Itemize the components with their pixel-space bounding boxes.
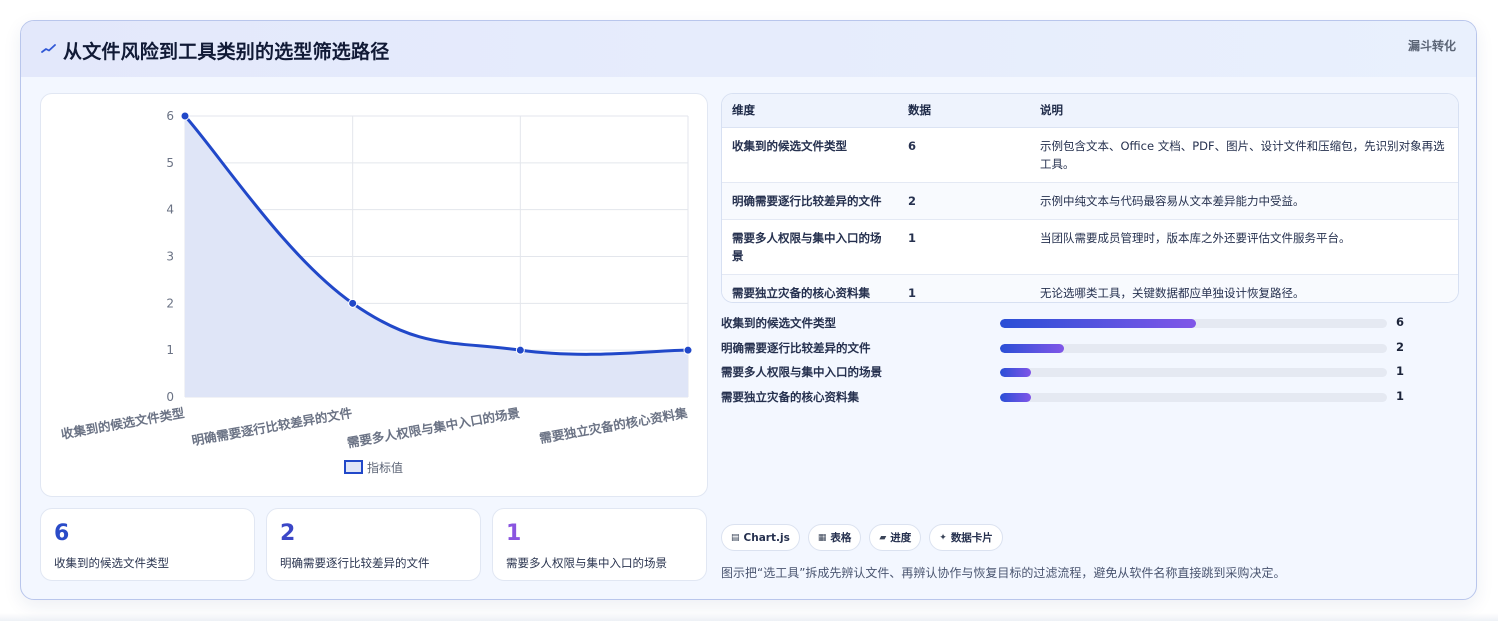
progress-track bbox=[1000, 368, 1387, 377]
progress-icon: ▰ bbox=[879, 532, 887, 543]
table-row: 明确需要逐行比较差异的文件 2 示例中纯文本与代码最容易从文本差异能力中受益。 bbox=[722, 182, 1458, 220]
tech-chip-list: ▤ Chart.js ▦ 表格 ▰ 进度 ✦ 数据卡片 bbox=[721, 524, 1003, 551]
stat-label: 收集到的候选文件类型 bbox=[54, 556, 169, 570]
x-tick-label: 收集到的候选文件类型 bbox=[60, 405, 186, 442]
progress-row: 收集到的候选文件类型 6 bbox=[721, 313, 1421, 338]
stat-value: 2 bbox=[280, 521, 296, 546]
table-icon: ▦ bbox=[817, 532, 827, 543]
progress-value: 6 bbox=[1396, 315, 1405, 329]
chip-label: 进度 bbox=[890, 532, 912, 544]
progress-fill bbox=[1000, 343, 1064, 353]
table-row: 收集到的候选文件类型 6 示例包含文本、Office 文档、PDF、图片、设计文… bbox=[722, 127, 1458, 183]
progress-fill bbox=[1000, 319, 1196, 328]
data-point bbox=[515, 345, 525, 355]
trend-icon bbox=[41, 44, 56, 53]
stat-card: 1 需要多人权限与集中入口的场景 bbox=[492, 508, 707, 581]
data-point bbox=[348, 298, 358, 308]
legend-swatch bbox=[344, 460, 363, 474]
y-tick-label: 1 bbox=[166, 343, 174, 357]
data-point bbox=[180, 111, 190, 121]
stat-card: 2 明确需要逐行比较差异的文件 bbox=[266, 508, 481, 581]
progress-label: 需要独立灾备的核心资料集 bbox=[721, 389, 859, 404]
table-cell-dimension: 需要多人权限与集中入口的场景 bbox=[722, 219, 898, 275]
page-bottom-shade bbox=[0, 613, 1498, 621]
y-tick-label: 3 bbox=[166, 250, 174, 264]
chip-label: 数据卡片 bbox=[950, 532, 993, 544]
progress-track bbox=[1000, 319, 1387, 328]
legend-label: 指标值 bbox=[367, 460, 403, 475]
table-header-dimension: 维度 bbox=[722, 94, 898, 128]
y-tick-label: 0 bbox=[166, 390, 174, 404]
y-tick-label: 4 bbox=[166, 203, 174, 217]
table-cell-data: 6 bbox=[898, 127, 1030, 183]
progress-row: 需要独立灾备的核心资料集 1 bbox=[721, 387, 1421, 412]
progress-row: 明确需要逐行比较差异的文件 2 bbox=[721, 338, 1421, 363]
progress-value: 1 bbox=[1396, 364, 1405, 378]
x-tick-label: 需要多人权限与集中入口的场景 bbox=[346, 405, 521, 450]
chart-icon: ▤ bbox=[731, 532, 740, 543]
x-tick-label: 需要独立灾备的核心资料集 bbox=[538, 405, 689, 446]
table-header-data: 数据 bbox=[898, 94, 1030, 128]
y-tick-label: 2 bbox=[166, 296, 174, 310]
line-chart: 0 1 2 3 4 5 6 收集到的候选文件类型 明确需要逐行比较差异的文件需要多人权限与集中入… bbox=[60, 109, 693, 475]
stat-label: 需要多人权限与集中入口的场景 bbox=[506, 556, 667, 570]
footnote: 图示把“选工具”拆成先辨认文件、再辨认协作与恢复目标的过滤流程，避免从软件名称直… bbox=[721, 566, 1286, 580]
chip-progress[interactable]: ▰ 进度 bbox=[869, 524, 922, 551]
progress-track bbox=[1000, 392, 1387, 402]
chip-chartjs[interactable]: ▤ Chart.js bbox=[721, 524, 800, 551]
progress-label: 明确需要逐行比较差异的文件 bbox=[721, 340, 871, 355]
table-row: 需要独立灾备的核心资料集 1 无论选哪类工具，关键数据都应单独设计恢复路径。 bbox=[722, 274, 1458, 302]
data-table-panel: 维度 数据 说明 收集到的候选文件类型 6 示例包含文本、Office 文档、P… bbox=[721, 93, 1459, 303]
table-cell-dimension: 明确需要逐行比较差异的文件 bbox=[722, 182, 898, 220]
progress-value: 2 bbox=[1396, 339, 1405, 354]
data-table: 维度 数据 说明 收集到的候选文件类型 6 示例包含文本、Office 文档、P… bbox=[722, 94, 1458, 302]
table-row: 需要多人权限与集中入口的场景 1 当团队需要成员管理时，版本库之外还要评估文件服… bbox=[722, 219, 1458, 275]
y-tick-label: 6 bbox=[166, 109, 174, 123]
progress-row: 需要多人权限与集中入口的场景 1 bbox=[721, 362, 1421, 387]
table-cell-note: 示例中纯文本与代码最容易从文本差异能力中受益。 bbox=[1030, 182, 1458, 220]
progress-track bbox=[1000, 343, 1387, 353]
stat-label: 明确需要逐行比较差异的文件 bbox=[280, 556, 430, 570]
progress-label: 需要多人权限与集中入口的场景 bbox=[721, 365, 882, 379]
stat-value: 1 bbox=[506, 521, 522, 546]
funnel-card: 从文件风险到工具类别的选型筛选路径 漏斗转化 0 1 2 3 4 5 6 收集到的候选文件类型… bbox=[20, 20, 1477, 600]
chip-label: 表格 bbox=[830, 532, 852, 544]
stat-card: 6 收集到的候选文件类型 bbox=[40, 508, 255, 581]
table-header-row: 维度 数据 说明 bbox=[722, 94, 1458, 128]
y-tick-label: 5 bbox=[166, 156, 174, 170]
progress-label: 收集到的候选文件类型 bbox=[721, 316, 836, 330]
data-point bbox=[683, 345, 693, 355]
stat-value: 6 bbox=[54, 521, 70, 546]
chip-table[interactable]: ▦ 表格 bbox=[807, 524, 862, 551]
table-cell-data: 2 bbox=[898, 182, 1030, 220]
progress-fill bbox=[1000, 392, 1031, 402]
table-cell-dimension: 收集到的候选文件类型 bbox=[722, 127, 898, 183]
table-cell-note: 无论选哪类工具，关键数据都应单独设计恢复路径。 bbox=[1030, 274, 1458, 302]
chip-label: Chart.js bbox=[743, 531, 790, 544]
page-title: 从文件风险到工具类别的选型筛选路径 bbox=[63, 41, 390, 63]
table-cell-data: 1 bbox=[898, 219, 1030, 275]
table-cell-note: 示例包含文本、Office 文档、PDF、图片、设计文件和压缩包，先识别对象再选… bbox=[1030, 127, 1458, 183]
progress-fill bbox=[1000, 368, 1031, 377]
table-cell-dimension: 需要独立灾备的核心资料集 bbox=[722, 274, 898, 302]
chip-data-card[interactable]: ✦ 数据卡片 bbox=[929, 524, 1003, 551]
sparkle-icon: ✦ bbox=[939, 532, 947, 543]
x-tick-label: 明确需要逐行比较差异的文件 bbox=[191, 405, 354, 448]
card-header: 从文件风险到工具类别的选型筛选路径 漏斗转化 bbox=[21, 21, 1476, 77]
progress-value: 1 bbox=[1396, 388, 1405, 403]
table-header-note: 说明 bbox=[1030, 94, 1458, 128]
progress-list: 收集到的候选文件类型 6 明确需要逐行比较差异的文件 2 需要多人权限与集中入口… bbox=[721, 313, 1421, 411]
table-cell-data: 1 bbox=[898, 274, 1030, 302]
chart-type-tag: 漏斗转化 bbox=[1407, 39, 1456, 53]
table-cell-note: 当团队需要成员管理时，版本库之外还要评估文件服务平台。 bbox=[1030, 219, 1458, 275]
line-chart-panel: 0 1 2 3 4 5 6 收集到的候选文件类型 明确需要逐行比较差异的文件 需要多人权限与集中入… bbox=[40, 93, 708, 497]
